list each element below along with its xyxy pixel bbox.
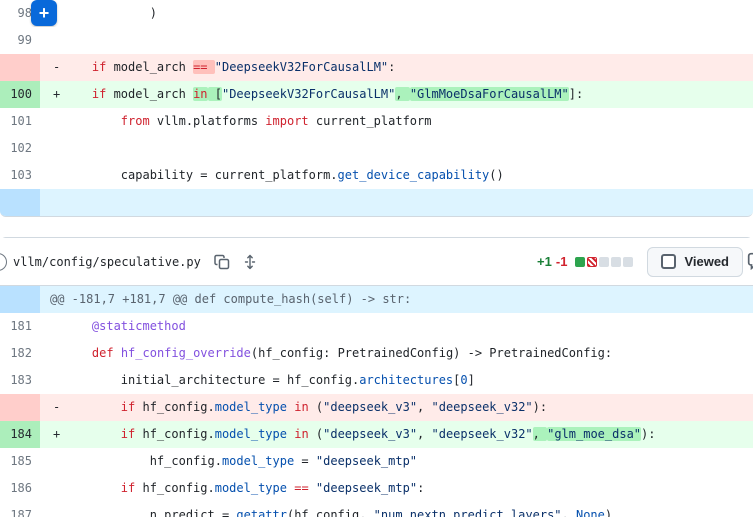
diff-line-103: 103 capability = current_platform.get_de… bbox=[0, 162, 753, 189]
viewed-label: Viewed bbox=[684, 254, 729, 269]
line-number[interactable] bbox=[0, 394, 40, 421]
collapse-chevron-icon[interactable] bbox=[0, 252, 7, 271]
line-number[interactable]: 186 bbox=[0, 475, 40, 502]
diffstat: +1 -1 bbox=[537, 254, 634, 269]
diff-marker: + bbox=[53, 427, 61, 441]
line-number[interactable]: 102 bbox=[0, 135, 40, 162]
code-line: n_predict = getattr(hf_config, "num_next… bbox=[63, 508, 613, 517]
diff-line-184: 184 + if hf_config.model_type in ("deepse… bbox=[0, 421, 753, 448]
diffstat-square-del-striped bbox=[587, 256, 598, 267]
comment-bubble-icon[interactable] bbox=[747, 252, 753, 275]
line-number[interactable] bbox=[0, 54, 40, 81]
code-line: initial_architecture = hf_config.archite… bbox=[63, 373, 475, 387]
viewed-checkbox[interactable] bbox=[661, 254, 677, 269]
line-number[interactable] bbox=[0, 189, 40, 216]
diff-marker bbox=[40, 189, 63, 216]
diff-marker bbox=[40, 475, 63, 502]
move-file-button[interactable] bbox=[237, 249, 263, 275]
code-line: if hf_config.model_type in ("deepseek_v3… bbox=[120, 427, 656, 441]
line-number[interactable]: 99 bbox=[0, 27, 40, 54]
diffstat-square-neutral bbox=[611, 256, 622, 267]
diff-rows-file2: @@ -181,7 +181,7 @@ def compute_hash(sel… bbox=[0, 286, 753, 517]
diffstat-square-neutral bbox=[599, 256, 610, 267]
github-pr-diff-page: { "colors": { "accent_blue": "#0969da", … bbox=[0, 0, 753, 517]
file-header: vllm/config/speculative.py +1 -1 Viewed bbox=[0, 238, 753, 286]
diff-marker: - bbox=[53, 400, 61, 414]
line-number[interactable]: 187 bbox=[0, 502, 40, 517]
diffstat-square-add bbox=[575, 256, 586, 267]
diff-file-speculative: vllm/config/speculative.py +1 -1 Viewed bbox=[0, 237, 753, 517]
diff-line-182: 182 def hf_config_override(hf_config: Pr… bbox=[0, 340, 753, 367]
diff-line-removed: - if model_arch == "DeepseekV32ForCausal… bbox=[0, 54, 753, 81]
diff-marker bbox=[40, 135, 63, 162]
diff-marker bbox=[40, 162, 63, 189]
diff-marker bbox=[40, 27, 63, 54]
code-line: if model_arch == "DeepseekV32ForCausalLM… bbox=[91, 60, 396, 74]
code-line: @staticmethod bbox=[91, 319, 186, 333]
code-line: if hf_config.model_type in ("deepseek_v3… bbox=[120, 400, 548, 414]
diff-line-98: 98 ) + bbox=[0, 0, 753, 27]
diff-marker bbox=[40, 340, 63, 367]
viewed-toggle-button[interactable]: Viewed bbox=[647, 246, 743, 277]
expand-diff-row[interactable] bbox=[0, 189, 753, 216]
diff-line-101: 101 from vllm.platforms import current_p… bbox=[0, 108, 753, 135]
add-comment-button[interactable]: + bbox=[31, 0, 57, 26]
diff-line-99: 99 bbox=[0, 27, 753, 54]
file-name-link[interactable]: vllm/config/speculative.py bbox=[13, 255, 201, 269]
line-number[interactable]: 181 bbox=[0, 313, 40, 340]
diff-line-185: 185 hf_config.model_type = "deepseek_mtp… bbox=[0, 448, 753, 475]
diff-marker bbox=[40, 502, 63, 517]
copy-path-button[interactable] bbox=[209, 249, 235, 275]
file-header-actions: +1 -1 Viewed bbox=[537, 246, 743, 277]
code-line: def hf_config_override(hf_config: Pretra… bbox=[91, 346, 613, 360]
diff-line-187: 187 n_predict = getattr(hf_config, "num_… bbox=[0, 502, 753, 517]
hunk-header-row: @@ -181,7 +181,7 @@ def compute_hash(sel… bbox=[0, 286, 753, 313]
line-number[interactable]: 100 bbox=[0, 81, 40, 108]
code-line: ) bbox=[63, 6, 157, 20]
diff-rows-file1: 98 ) +99- if model_arch == "DeepseekV32Fo… bbox=[0, 0, 753, 216]
line-number[interactable]: 103 bbox=[0, 162, 40, 189]
additions-count: +1 bbox=[537, 254, 552, 269]
diff-marker bbox=[40, 367, 63, 394]
code-line: hf_config.model_type = "deepseek_mtp" bbox=[63, 454, 418, 468]
line-number[interactable]: 184 bbox=[0, 421, 40, 448]
diff-marker: - bbox=[53, 60, 61, 74]
diff-line-removed: - if hf_config.model_type in ("deepseek_… bbox=[0, 394, 753, 421]
diff-line-186: 186 if hf_config.model_type == "deepseek… bbox=[0, 475, 753, 502]
diff-marker bbox=[40, 448, 63, 475]
line-number[interactable]: 183 bbox=[0, 367, 40, 394]
deletions-count: -1 bbox=[555, 254, 568, 269]
hunk-header-text: @@ -181,7 +181,7 @@ def compute_hash(sel… bbox=[50, 292, 412, 306]
diff-line-100: 100 + if model_arch in ["DeepseekV32ForCa… bbox=[0, 81, 753, 108]
code-line: if model_arch in ["DeepseekV32ForCausalL… bbox=[91, 87, 584, 101]
code-line: from vllm.platforms import current_platf… bbox=[120, 114, 432, 128]
line-number[interactable] bbox=[0, 286, 40, 313]
diff-marker bbox=[40, 313, 63, 340]
move-icon bbox=[244, 254, 256, 269]
line-number[interactable]: 182 bbox=[0, 340, 40, 367]
diff-marker bbox=[40, 108, 63, 135]
diffstat-square-neutral bbox=[623, 256, 634, 267]
diff-line-181: 181 @staticmethod bbox=[0, 313, 753, 340]
line-number[interactable]: 101 bbox=[0, 108, 40, 135]
diff-line-102: 102 bbox=[0, 135, 753, 162]
diffstat-squares bbox=[573, 256, 634, 267]
diff-line-183: 183 initial_architecture = hf_config.arc… bbox=[0, 367, 753, 394]
code-line: capability = current_platform.get_device… bbox=[63, 168, 504, 182]
diff-marker: + bbox=[53, 87, 61, 101]
code-line: if hf_config.model_type == "deepseek_mtp… bbox=[120, 481, 425, 495]
line-number[interactable]: 185 bbox=[0, 448, 40, 475]
copy-icon bbox=[214, 254, 230, 269]
diff-file-config: 98 ) +99- if model_arch == "DeepseekV32Fo… bbox=[0, 0, 753, 217]
